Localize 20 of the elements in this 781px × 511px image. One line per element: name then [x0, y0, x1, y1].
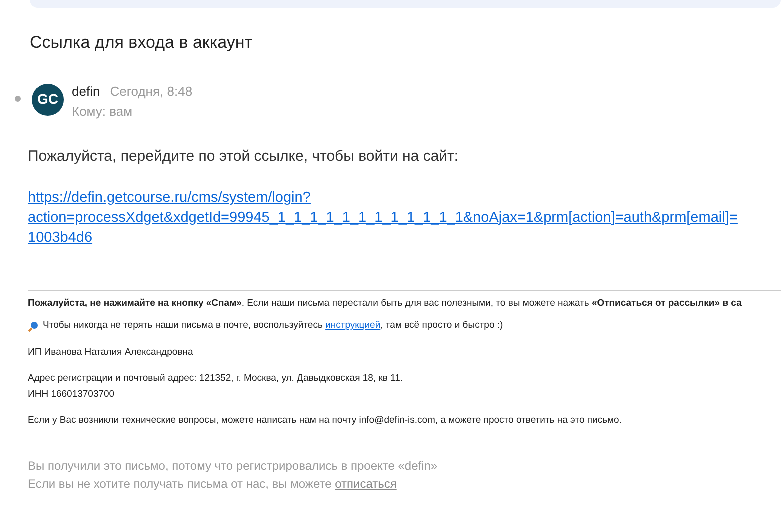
sender-name: defin: [72, 82, 100, 100]
company-name: ИП Иванова Наталия Александровна: [28, 346, 194, 360]
spam-note: Пожалуйста, не нажимайте на кнопку «Спам». Если наши письма перестали быть для вас полезными, то вы можете нажать «Отписаться от рассылки» в са: [28, 297, 743, 311]
email-subject: Ссылка для входа в аккаунт: [30, 32, 254, 54]
inn-text: ИНН 166013703700: [28, 388, 116, 402]
address-text: Адрес регистрации и почтовый адрес: 121352, г. Москва, ул. Давыдковская 18, кв 11.: [28, 372, 404, 386]
unsubscribe-link[interactable]: отписаться: [335, 476, 397, 490]
instructions-link[interactable]: инструкцией: [326, 320, 381, 332]
sender-avatar: GC: [32, 84, 64, 116]
contact-text: Если у Вас возникли технические вопросы, можете написать нам на почту info@defin-is.com, а можете просто ответить на это письмо.: [28, 414, 623, 428]
tip-text: Чтобы никогда не терять наши письма в почте, воспользуйтесь инструкцией, там всё просто и быстро :): [43, 319, 504, 334]
message-time: Сегодня, 8:48: [110, 82, 193, 101]
login-link[interactable]: https://defin.getcourse.ru/cms/system/login?: [28, 188, 781, 208]
login-link[interactable]: 1003b4d6: [28, 228, 781, 248]
body-text: Пожалуйста, перейдите по этой ссылке, чтобы войти на сайт:: [28, 146, 460, 166]
recipient-label: Кому: вам: [72, 102, 134, 121]
notice-text: Вы получили это письмо, потому что регистрировались в проекте «defin»: [28, 458, 439, 474]
magnifier-icon: [28, 320, 39, 332]
unsubscribe-text: Если вы не хотите получать письма от нас, вы можете отписаться: [28, 476, 398, 492]
login-link[interactable]: action=processXdget&xdgetId=99945_1_1_1_1_1_1_1_1_1_1_1_1&noAjax=1&prm[action]=auth&prm[email]=: [28, 208, 781, 228]
